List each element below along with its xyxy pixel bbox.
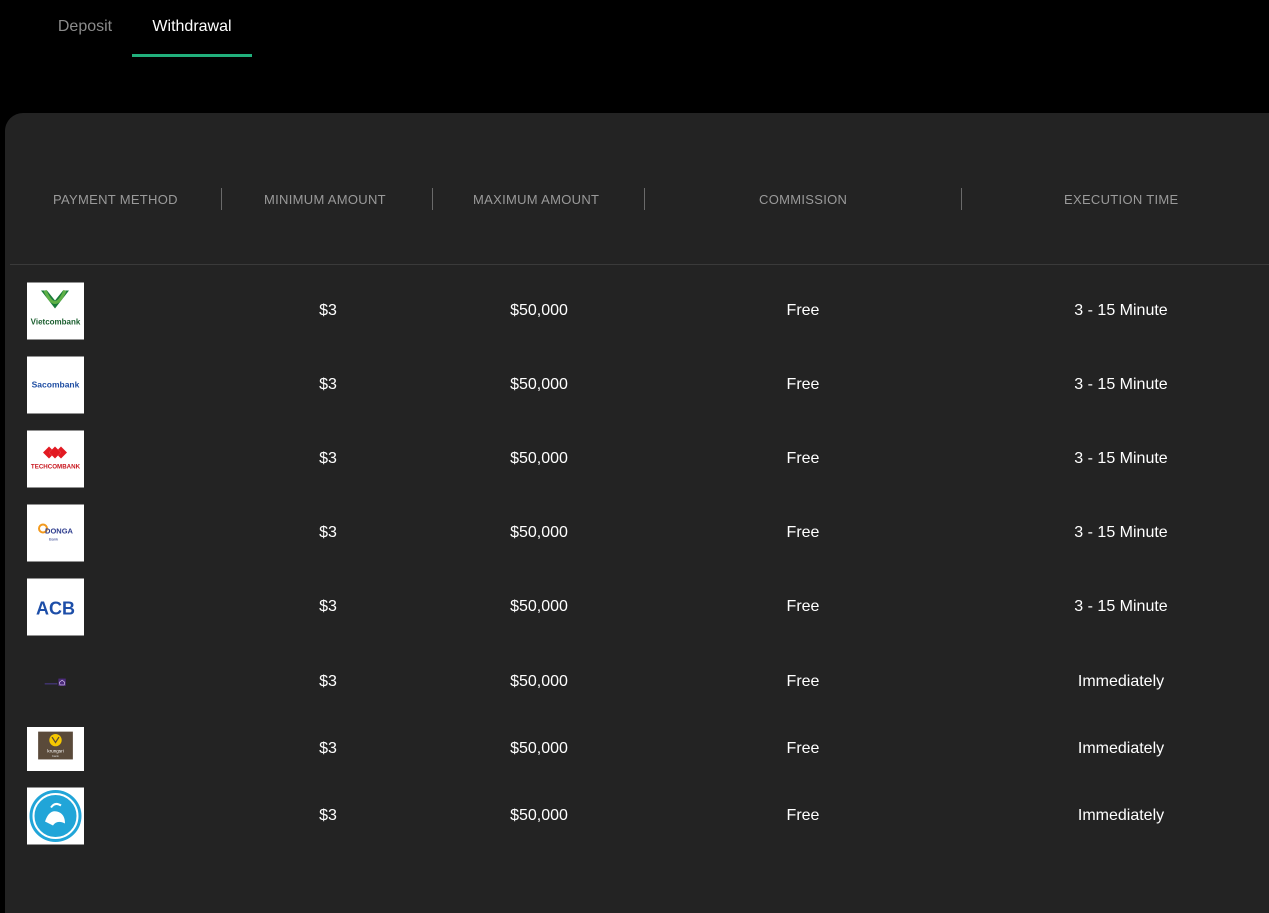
scb-logo [27, 667, 84, 697]
execution-time: 3 - 15 Minute [1074, 524, 1168, 541]
commission: Free [786, 598, 820, 615]
execution-time: 3 - 15 Minute [1074, 598, 1168, 615]
execution-time: Immediately [1077, 807, 1165, 824]
logo-text: Sacombank [32, 380, 80, 390]
table-row: DONGA Bank $3 $50,000 Free 3 - 15 Minute [5, 503, 1269, 563]
svg-text:bank: bank [52, 754, 59, 758]
logo-text: TECHCOMBANK [31, 464, 81, 471]
tab-withdrawal[interactable]: Withdrawal [132, 18, 252, 58]
header-maximum-amount: MAXIMUM AMOUNT [473, 192, 600, 207]
header-commission: COMMISSION [759, 192, 848, 207]
maximum-amount: $50,000 [510, 673, 568, 690]
minimum-amount: $3 [319, 740, 337, 757]
minimum-amount: $3 [319, 302, 337, 319]
header-execution-time: EXECUTION TIME [1064, 192, 1179, 207]
donga-bank-logo: DONGA Bank [27, 504, 84, 562]
payment-methods-panel: PAYMENT METHOD MINIMUM AMOUNT MAXIMUM AM… [5, 113, 1269, 913]
minimum-amount: $3 [319, 450, 337, 467]
minimum-amount: $3 [319, 598, 337, 615]
execution-time: Immediately [1077, 673, 1165, 690]
maximum-amount: $50,000 [510, 302, 568, 319]
header-divider [221, 188, 222, 210]
maximum-amount: $50,000 [510, 598, 568, 615]
table-row: $3 $50,000 Free Immediately [5, 652, 1269, 712]
commission: Free [786, 376, 820, 393]
logo-text: Vietcombank [31, 318, 81, 327]
acb-logo: ACB [27, 578, 84, 636]
table-row: $3 $50,000 Free Immediately [5, 786, 1269, 846]
maximum-amount: $50,000 [510, 376, 568, 393]
techcombank-logo: TECHCOMBANK [27, 430, 84, 488]
header-divider [432, 188, 433, 210]
maximum-amount: $50,000 [510, 807, 568, 824]
header-minimum-amount: MINIMUM AMOUNT [264, 192, 386, 207]
minimum-amount: $3 [319, 807, 337, 824]
table-row: Vietcombank $3 $50,000 Free 3 - 15 Minute [5, 281, 1269, 341]
execution-time: 3 - 15 Minute [1074, 450, 1168, 467]
krungsri-logo: krungsri bank [27, 727, 84, 771]
vietcombank-logo: Vietcombank [27, 282, 84, 340]
header-divider [961, 188, 962, 210]
minimum-amount: $3 [319, 673, 337, 690]
commission: Free [786, 673, 820, 690]
commission: Free [786, 807, 820, 824]
kasikornbank-logo [27, 787, 84, 845]
table-row: Sacombank $3 $50,000 Free 3 - 15 Minute [5, 355, 1269, 415]
header-divider [644, 188, 645, 210]
minimum-amount: $3 [319, 524, 337, 541]
maximum-amount: $50,000 [510, 524, 568, 541]
commission: Free [786, 302, 820, 319]
commission: Free [786, 740, 820, 757]
sacombank-logo: Sacombank [27, 356, 84, 414]
header-payment-method: PAYMENT METHOD [53, 192, 178, 207]
logo-text: krungsri [47, 748, 63, 753]
logo-text: DONGA [45, 527, 74, 536]
maximum-amount: $50,000 [510, 740, 568, 757]
table-header: PAYMENT METHOD MINIMUM AMOUNT MAXIMUM AM… [5, 113, 1269, 265]
payment-tabs: Deposit Withdrawal [0, 0, 400, 60]
header-divider-line [10, 264, 1269, 265]
svg-text:Bank: Bank [49, 537, 58, 542]
commission: Free [786, 450, 820, 467]
logo-text: ACB [36, 599, 75, 619]
table-row: krungsri bank $3 $50,000 Free Immediately [5, 719, 1269, 779]
execution-time: 3 - 15 Minute [1074, 302, 1168, 319]
maximum-amount: $50,000 [510, 450, 568, 467]
tab-deposit[interactable]: Deposit [44, 18, 126, 58]
execution-time: Immediately [1077, 740, 1165, 757]
execution-time: 3 - 15 Minute [1074, 376, 1168, 393]
minimum-amount: $3 [319, 376, 337, 393]
table-row: ACB $3 $50,000 Free 3 - 15 Minute [5, 577, 1269, 637]
commission: Free [786, 524, 820, 541]
table-row: TECHCOMBANK $3 $50,000 Free 3 - 15 Minute [5, 429, 1269, 489]
